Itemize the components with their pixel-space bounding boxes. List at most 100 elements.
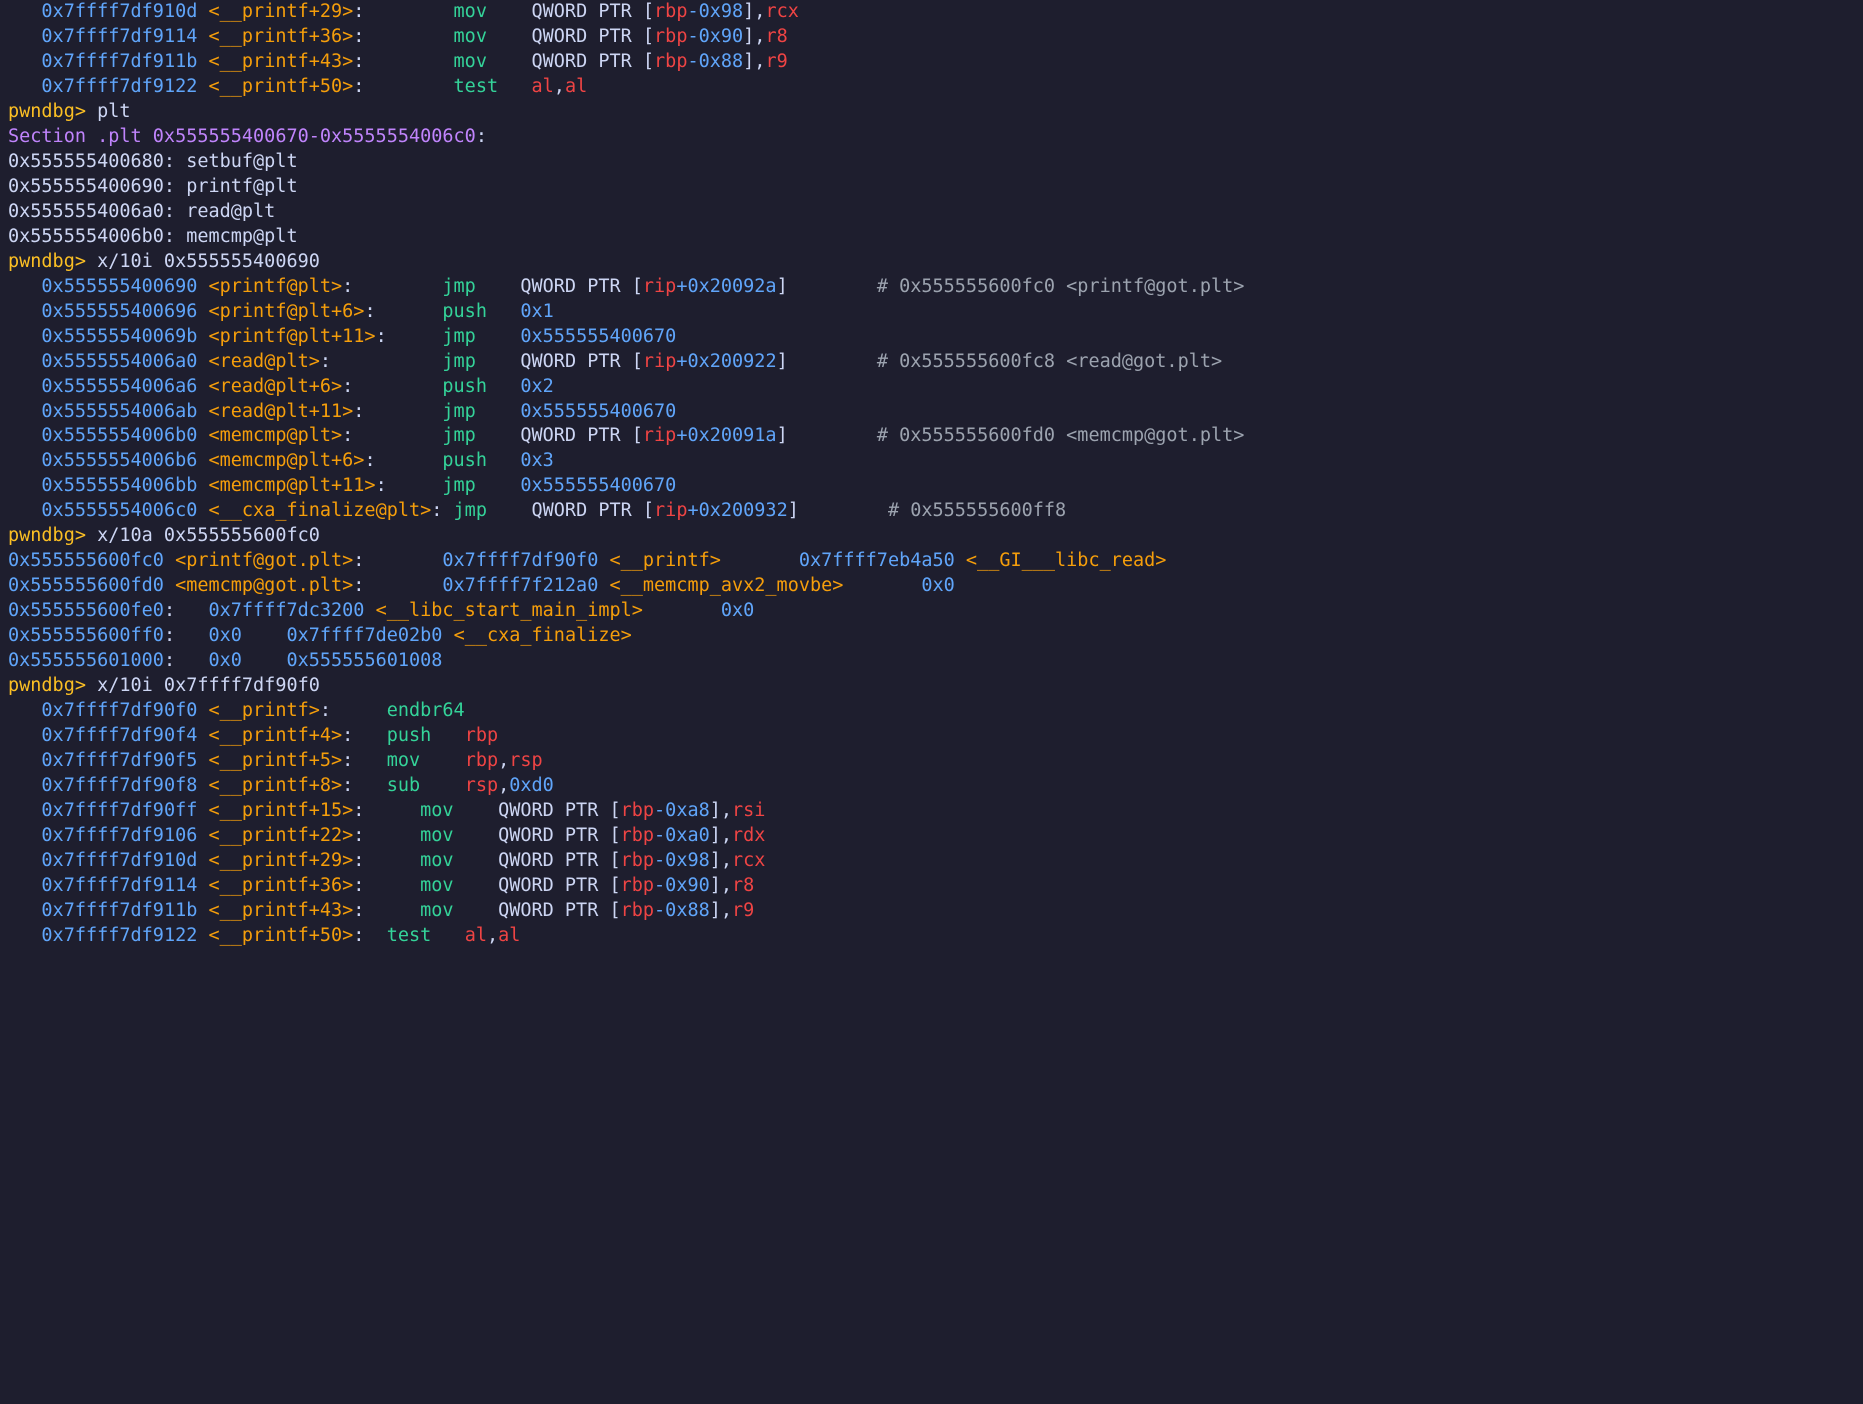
terminal-line: 0x7ffff7df910d <__printf+29>: mov QWORD … — [8, 0, 1855, 25]
offset: +0x200932 — [687, 500, 787, 521]
terminal-line: 0x5555554006ab <read@plt+11>: jmp 0x5555… — [8, 400, 1855, 425]
immediate: 0xd0 — [509, 775, 554, 796]
symbol: <memcmp@plt+11> — [209, 475, 376, 496]
register: rbp — [621, 850, 654, 871]
jump-target: 0x555555400670 — [520, 401, 676, 422]
prompt: pwndbg> — [8, 675, 97, 696]
address: 0x7ffff7df9106 — [41, 825, 197, 846]
terminal-line: 0x7ffff7df90ff <__printf+15>: mov QWORD … — [8, 799, 1855, 824]
immediate: 0x3 — [520, 450, 553, 471]
terminal-line: 0x7ffff7df90f5 <__printf+5>: mov rbp,rsp — [8, 749, 1855, 774]
mnemonic: mov — [387, 750, 465, 771]
value: 0x0 — [209, 625, 242, 646]
symbol: <__libc_start_main_impl> — [376, 600, 643, 621]
mnemonic: endbr64 — [387, 700, 465, 721]
address: 0x555555601000 — [8, 650, 164, 671]
symbol: <__printf+8> — [209, 775, 343, 796]
symbol: <memcmp@plt+6> — [209, 450, 365, 471]
symbol: <printf@got.plt> — [175, 550, 353, 571]
symbol: <__cxa_finalize> — [454, 625, 632, 646]
terminal-line: 0x7ffff7df90f4 <__printf+4>: push rbp — [8, 724, 1855, 749]
section-label: Section .plt — [8, 126, 153, 147]
address: 0x555555600ff0 — [8, 625, 164, 646]
register: rcx — [765, 1, 798, 22]
mnemonic: mov — [454, 51, 532, 72]
terminal-output[interactable]: 0x7ffff7df910d <__printf+29>: mov QWORD … — [0, 0, 1863, 957]
symbol: <__printf+15> — [209, 800, 354, 821]
symbol: <printf@plt+11> — [209, 326, 376, 347]
mnemonic: jmp — [442, 276, 520, 297]
value: 0x555555601008 — [286, 650, 442, 671]
jump-target: 0x555555400670 — [520, 326, 676, 347]
terminal-line: pwndbg> x/10a 0x555555600fc0 — [8, 524, 1855, 549]
comment: # 0x555555600fc0 <printf@got.plt> — [877, 276, 1245, 297]
register: rip — [643, 276, 676, 297]
address: 0x7ffff7df90f4 — [41, 725, 197, 746]
symbol: <memcmp@plt> — [209, 425, 343, 446]
address: 0x555555600fe0 — [8, 600, 164, 621]
mnemonic: mov — [454, 1, 532, 22]
terminal-line: 0x5555554006a0 <read@plt>: jmp QWORD PTR… — [8, 350, 1855, 375]
offset: -0xa0 — [654, 825, 710, 846]
register: rbp — [654, 51, 687, 72]
address: 0x7ffff7df90f5 — [41, 750, 197, 771]
offset: -0x98 — [687, 1, 743, 22]
terminal-line: 0x555555400690: printf@plt — [8, 175, 1855, 200]
address: 0x5555554006c0 — [41, 500, 197, 521]
symbol: <__printf+50> — [209, 76, 354, 97]
symbol: <__printf+43> — [209, 900, 354, 921]
mnemonic: mov — [420, 850, 498, 871]
prompt: pwndbg> — [8, 251, 97, 272]
command: x/10a 0x555555600fc0 — [97, 525, 320, 546]
symbol: <__printf+22> — [209, 825, 354, 846]
register: rbp — [621, 825, 654, 846]
symbol: <__printf+36> — [209, 875, 354, 896]
symbol: <read@plt> — [209, 351, 320, 372]
mnemonic: jmp — [442, 326, 520, 347]
register: rbp — [654, 1, 687, 22]
mnemonic: sub — [387, 775, 465, 796]
immediate: 0x2 — [520, 376, 553, 397]
symbol: <__printf> — [209, 700, 320, 721]
address: 0x7ffff7df911b — [41, 900, 197, 921]
register: rip — [654, 500, 687, 521]
address: 0x555555400690 — [41, 276, 197, 297]
value: 0x0 — [721, 600, 754, 621]
address: 0x555555600fd0 — [8, 575, 164, 596]
terminal-line: 0x5555554006b0 <memcmp@plt>: jmp QWORD P… — [8, 424, 1855, 449]
terminal-line: 0x555555400696 <printf@plt+6>: push 0x1 — [8, 300, 1855, 325]
address: 0x5555554006bb — [41, 475, 197, 496]
symbol: <__printf+36> — [209, 26, 354, 47]
address: 0x7ffff7df90f0 — [41, 700, 197, 721]
symbol: <__printf+29> — [209, 850, 354, 871]
mnemonic: mov — [420, 800, 498, 821]
address: 0x7ffff7df9114 — [41, 875, 197, 896]
symbol: <__printf+29> — [209, 1, 354, 22]
register: rsp — [509, 750, 542, 771]
value: 0x7ffff7dc3200 — [209, 600, 365, 621]
register: rip — [643, 351, 676, 372]
value: 0x7ffff7eb4a50 — [799, 550, 955, 571]
terminal-line: 0x5555554006a0: read@plt — [8, 200, 1855, 225]
register: rbp — [465, 750, 498, 771]
register: r9 — [765, 51, 787, 72]
symbol: <printf@plt> — [209, 276, 343, 297]
register: al — [498, 925, 520, 946]
terminal-line: 0x7ffff7df90f8 <__printf+8>: sub rsp,0xd… — [8, 774, 1855, 799]
mnemonic: mov — [454, 26, 532, 47]
comment: # 0x555555600fc8 <read@got.plt> — [877, 351, 1222, 372]
symbol: <__memcmp_avx2_movbe> — [609, 575, 843, 596]
offset: +0x20091a — [676, 425, 776, 446]
mnemonic: jmp — [442, 351, 520, 372]
register: rbp — [621, 875, 654, 896]
address: 0x5555554006a6 — [41, 376, 197, 397]
command: x/10i 0x7ffff7df90f0 — [97, 675, 320, 696]
address: 0x7ffff7df910d — [41, 850, 197, 871]
register: al — [565, 76, 587, 97]
terminal-line: 0x7ffff7df9114 <__printf+36>: mov QWORD … — [8, 25, 1855, 50]
mnemonic: mov — [420, 875, 498, 896]
symbol: <__cxa_finalize@plt> — [209, 500, 432, 521]
jump-target: 0x555555400670 — [520, 475, 676, 496]
register: rsi — [732, 800, 765, 821]
address-range: 0x555555400670-0x5555554006c0 — [153, 126, 476, 147]
